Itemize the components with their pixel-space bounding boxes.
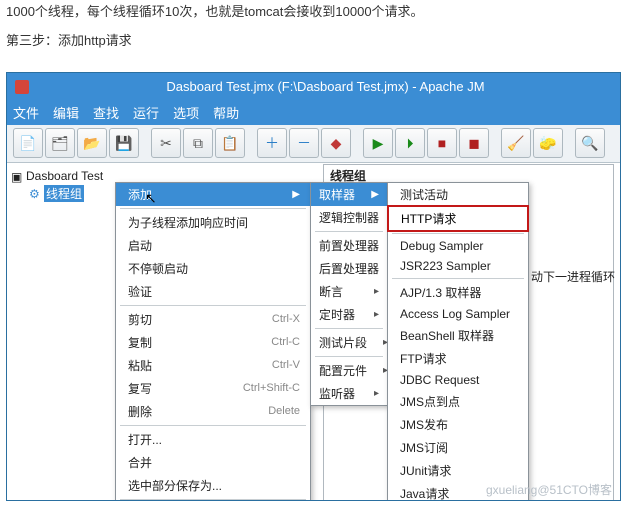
paste-button[interactable]: 📋	[215, 128, 245, 158]
sampler-ajp[interactable]: AJP/1.3 取样器	[388, 281, 528, 304]
minus-icon[interactable]: ▣	[11, 170, 23, 182]
app-icon	[15, 80, 29, 94]
clear-button[interactable]: 🧹	[501, 128, 531, 158]
submenu-test-fragment[interactable]: 测试片段▸	[311, 331, 387, 354]
menu-options[interactable]: 选项	[173, 103, 199, 122]
templates-button[interactable]: 🗂	[45, 128, 75, 158]
submenu-assertion[interactable]: 断言▸	[311, 280, 387, 303]
menu-search[interactable]: 查找	[93, 103, 119, 122]
menu-edit[interactable]: 编辑	[53, 103, 79, 122]
sampler-beanshell[interactable]: BeanShell 取样器	[388, 324, 528, 347]
start-button[interactable]: ▶	[363, 128, 393, 158]
submenu-listener[interactable]: 监听器▸	[311, 382, 387, 405]
submenu-sampler-list: 测试活动 HTTP请求 Debug Sampler JSR223 Sampler…	[387, 182, 529, 501]
copy-button[interactable]: ⧉	[183, 128, 213, 158]
menu-open[interactable]: 打开...	[116, 428, 310, 451]
menu-duplicate[interactable]: 复写Ctrl+Shift-C	[116, 377, 310, 400]
start-notimer-button[interactable]: ⏵	[395, 128, 425, 158]
menu-merge[interactable]: 合并	[116, 451, 310, 474]
shutdown-button[interactable]: ◼	[459, 128, 489, 158]
menu-add[interactable]: 添加▶	[116, 183, 310, 206]
menu-run[interactable]: 运行	[133, 103, 159, 122]
watermark: gxueliang@51CTO博客	[486, 481, 612, 498]
open-button[interactable]: 📂	[77, 128, 107, 158]
app-window: Dasboard Test.jmx (F:\Dasboard Test.jmx)…	[6, 72, 621, 501]
submenu-pre-processor[interactable]: 前置处理器▸	[311, 234, 387, 257]
sampler-jms-publish[interactable]: JMS发布	[388, 413, 528, 436]
sampler-ftp[interactable]: FTP请求	[388, 347, 528, 370]
loop-hint: 动下一进程循环	[531, 268, 615, 285]
menu-help[interactable]: 帮助	[213, 103, 239, 122]
sampler-debug[interactable]: Debug Sampler	[388, 236, 528, 256]
submenu-sampler[interactable]: 取样器▶	[311, 183, 387, 206]
menu-validate[interactable]: 验证	[116, 280, 310, 303]
menu-paste[interactable]: 粘贴Ctrl-V	[116, 354, 310, 377]
new-button[interactable]: 📄	[13, 128, 43, 158]
tree-threadgroup[interactable]: 线程组	[44, 185, 84, 202]
submenu-timer[interactable]: 定时器▸	[311, 303, 387, 326]
sampler-jms-p2p[interactable]: JMS点到点	[388, 390, 528, 413]
tree-root[interactable]: Dasboard Test	[26, 169, 103, 183]
sampler-access-log[interactable]: Access Log Sampler	[388, 304, 528, 324]
submenu-logic-controller[interactable]: 逻辑控制器▸	[311, 206, 387, 229]
submenu-config-element[interactable]: 配置元件▸	[311, 359, 387, 382]
intro-line-1: 1000个线程，每个线程循环10次，也就是tomcat会接收到10000个请求。	[6, 2, 621, 23]
menu-cut[interactable]: 剪切Ctrl-X	[116, 308, 310, 331]
menu-start[interactable]: 启动	[116, 234, 310, 257]
content-area: ▣Dasboard Test ⚙线程组 线程组 动下一进程循环 延迟创 调度器 …	[7, 163, 620, 501]
sampler-jsr223[interactable]: JSR223 Sampler	[388, 256, 528, 276]
toolbar: 📄 🗂 📂 💾 ✂ ⧉ 📋 ＋ － ◆ ▶ ⏵ ■ ◼ 🧹 🧽 🔍	[7, 125, 620, 163]
intro-line-2: 第三步：添加http请求	[6, 31, 621, 52]
save-button[interactable]: 💾	[109, 128, 139, 158]
menu-file[interactable]: 文件	[13, 103, 39, 122]
sampler-jms-subscribe[interactable]: JMS订阅	[388, 436, 528, 459]
sampler-http-request[interactable]: HTTP请求	[387, 205, 529, 232]
clear-all-button[interactable]: 🧽	[533, 128, 563, 158]
sampler-jdbc[interactable]: JDBC Request	[388, 370, 528, 390]
menu-copy[interactable]: 复制Ctrl-C	[116, 331, 310, 354]
menubar: 文件 编辑 查找 运行 选项 帮助	[7, 101, 620, 125]
context-menu: 添加▶ 为子线程添加响应时间 启动 不停顿启动 验证 剪切Ctrl-X 复制Ct…	[115, 182, 311, 501]
collapse-button[interactable]: －	[289, 128, 319, 158]
expand-button[interactable]: ＋	[257, 128, 287, 158]
menu-delete[interactable]: 删除Delete	[116, 400, 310, 423]
submenu-post-processor[interactable]: 后置处理器▸	[311, 257, 387, 280]
stop-button[interactable]: ■	[427, 128, 457, 158]
cut-button[interactable]: ✂	[151, 128, 181, 158]
menu-save-selection[interactable]: 选中部分保存为...	[116, 474, 310, 497]
gear-icon: ⚙	[29, 187, 41, 199]
toggle-button[interactable]: ◆	[321, 128, 351, 158]
menu-start-no-pauses[interactable]: 不停顿启动	[116, 257, 310, 280]
titlebar: Dasboard Test.jmx (F:\Dasboard Test.jmx)…	[7, 73, 620, 101]
window-title: Dasboard Test.jmx (F:\Dasboard Test.jmx)…	[39, 79, 612, 94]
search-button[interactable]: 🔍	[575, 128, 605, 158]
sampler-junit[interactable]: JUnit请求	[388, 459, 528, 482]
menu-add-think-time[interactable]: 为子线程添加响应时间	[116, 211, 310, 234]
submenu-add: 取样器▶ 逻辑控制器▸ 前置处理器▸ 后置处理器▸ 断言▸ 定时器▸ 测试片段▸…	[310, 182, 388, 406]
test-plan-tree[interactable]: ▣Dasboard Test ⚙线程组	[11, 168, 103, 203]
sampler-test-action[interactable]: 测试活动	[388, 183, 528, 206]
